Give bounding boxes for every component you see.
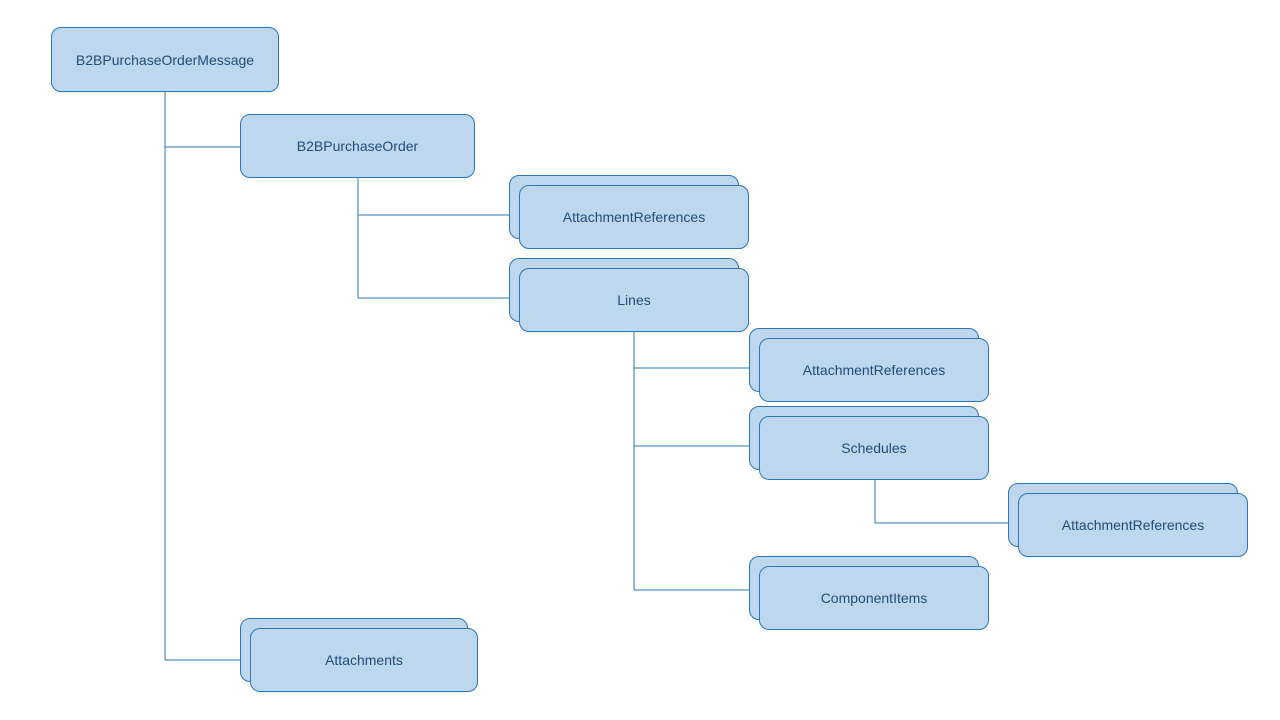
node-attachment-references-order: AttachmentReferences	[519, 185, 749, 249]
node-label: AttachmentReferences	[563, 209, 705, 225]
node-label: AttachmentReferences	[803, 362, 945, 378]
node-attachments: Attachments	[250, 628, 478, 692]
node-schedules: Schedules	[759, 416, 989, 480]
node-b2b-purchase-order-message: B2BPurchaseOrderMessage	[51, 27, 279, 92]
node-label: B2BPurchaseOrder	[297, 138, 418, 154]
node-label: ComponentItems	[821, 590, 928, 606]
node-label: B2BPurchaseOrderMessage	[76, 52, 254, 68]
node-lines: Lines	[519, 268, 749, 332]
node-component-items: ComponentItems	[759, 566, 989, 630]
node-label: Schedules	[841, 440, 906, 456]
node-label: Attachments	[325, 652, 403, 668]
node-label: AttachmentReferences	[1062, 517, 1204, 533]
connector-lines	[0, 0, 1280, 720]
node-attachment-references-schedules: AttachmentReferences	[1018, 493, 1248, 557]
node-attachment-references-lines: AttachmentReferences	[759, 338, 989, 402]
node-b2b-purchase-order: B2BPurchaseOrder	[240, 114, 475, 178]
node-label: Lines	[617, 292, 650, 308]
